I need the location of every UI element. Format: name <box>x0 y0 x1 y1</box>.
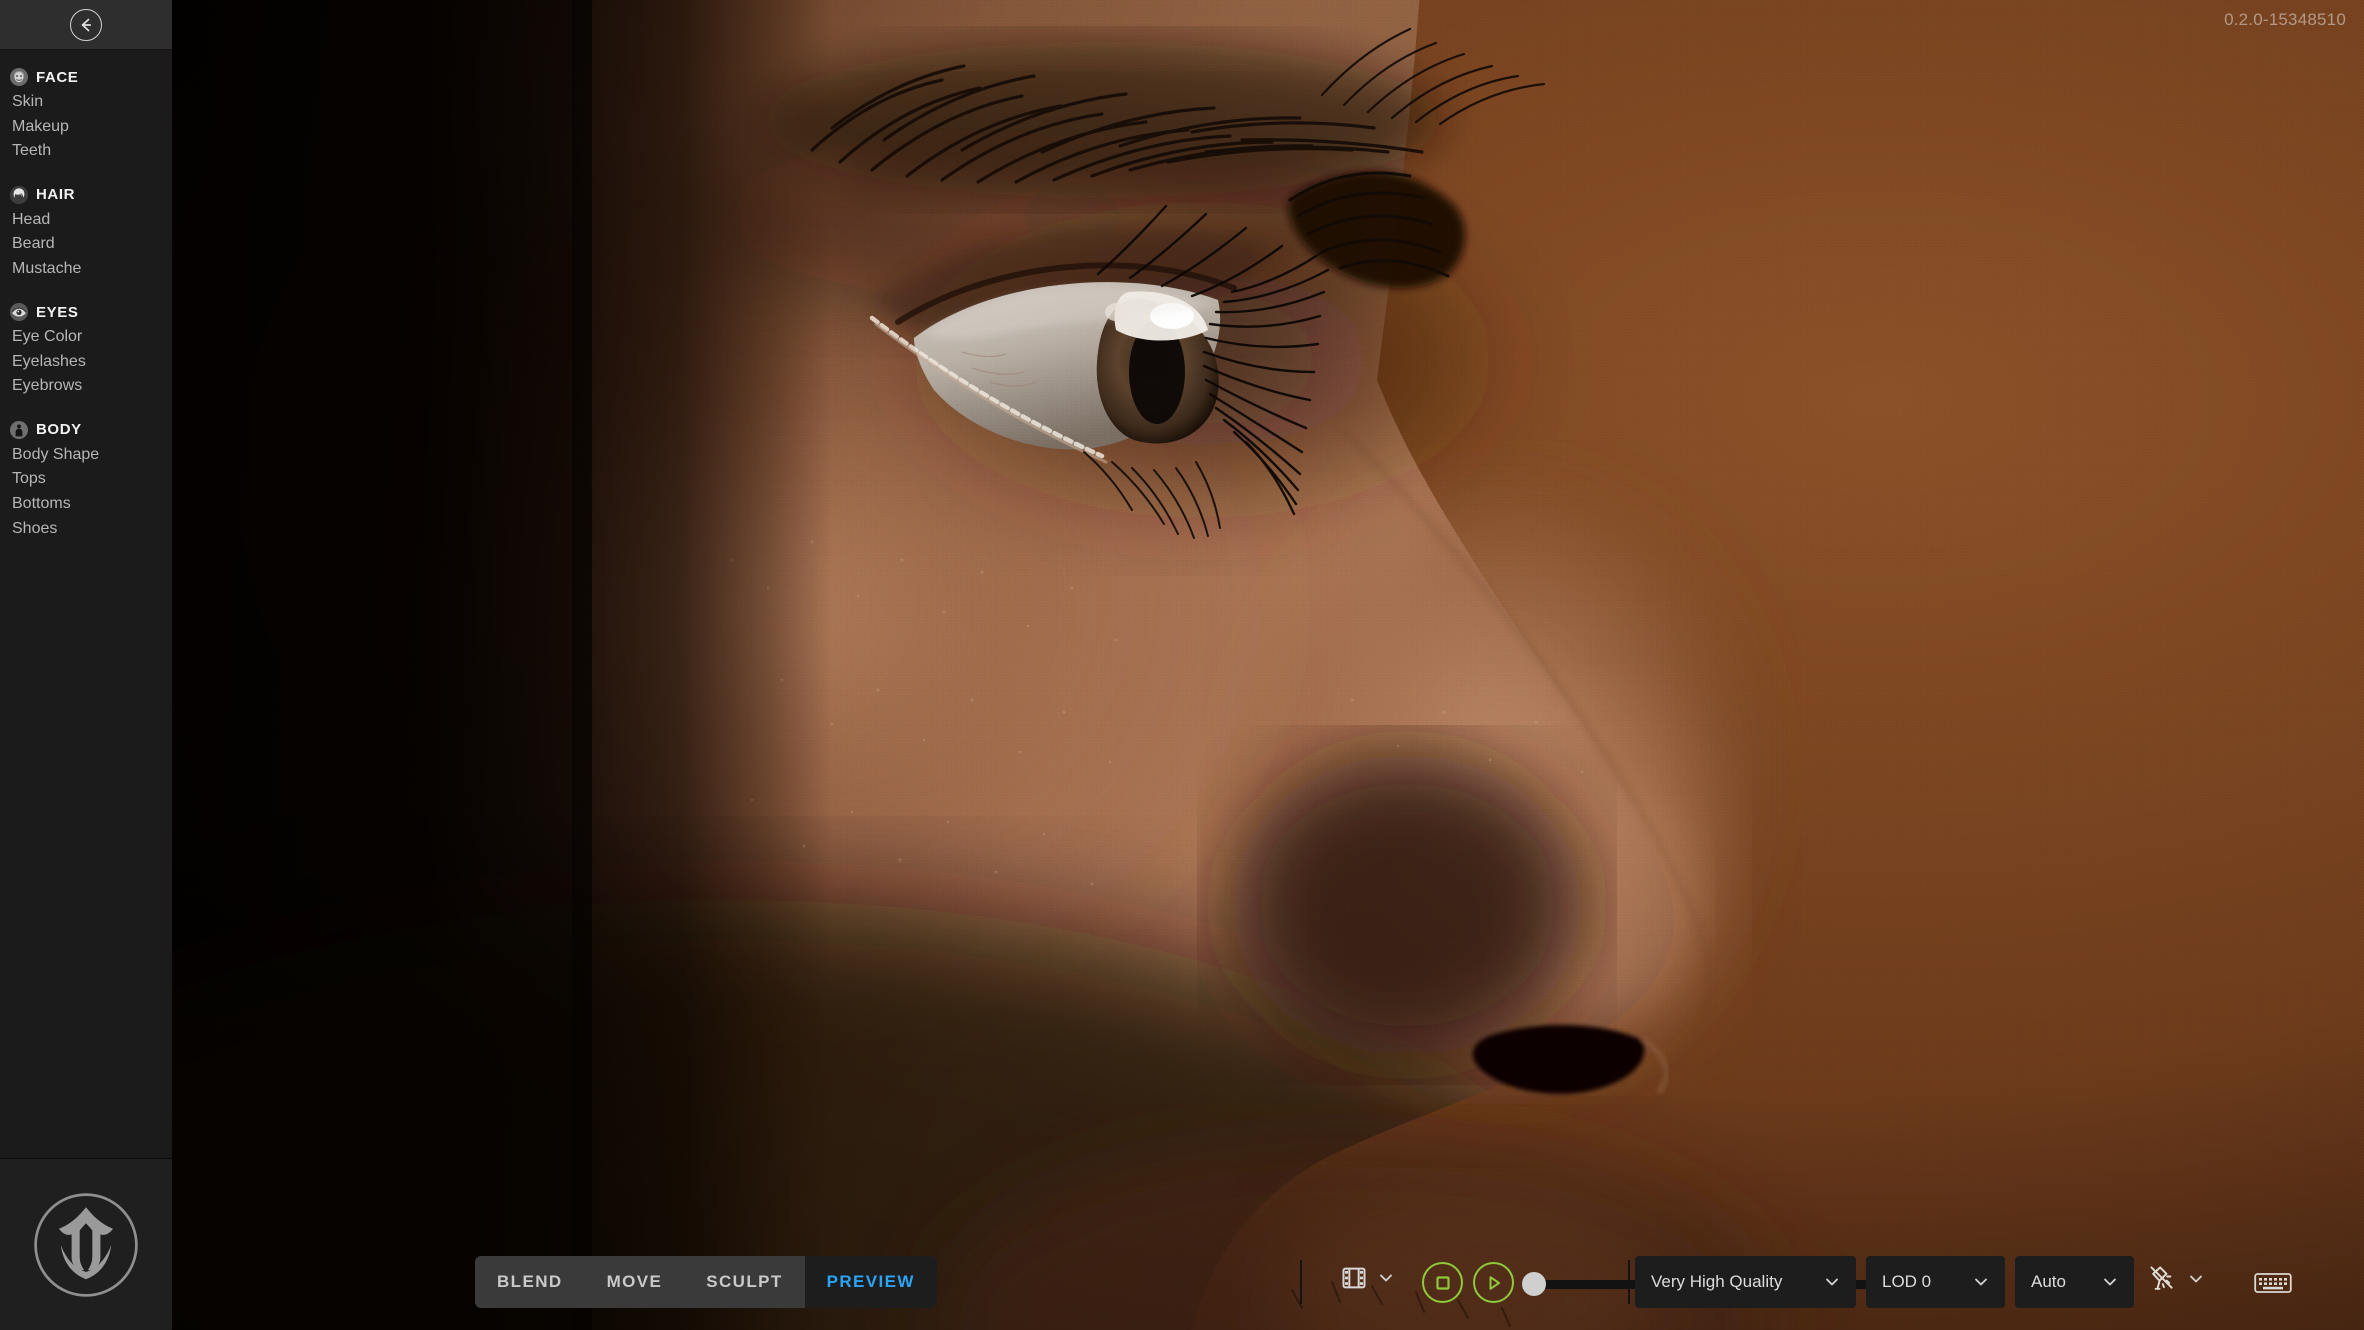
metahuman-creator-window: 0.2.0-15348510 FACE Skin Makeup Teeth HA… <box>0 0 2364 1330</box>
keyboard-icon <box>2254 1273 2292 1293</box>
nav-group-eyes: EYES Eye Color Eyelashes Eyebrows <box>0 299 172 399</box>
sidebar-header <box>0 0 172 50</box>
sidebar-group-title: BODY <box>36 421 82 439</box>
eye-icon <box>10 303 28 322</box>
sidebar-group-face[interactable]: FACE <box>0 64 172 90</box>
hair-icon <box>10 185 28 204</box>
sidebar-item-bottoms[interactable]: Bottoms <box>0 492 172 517</box>
lod-select[interactable]: LOD 0 <box>1866 1256 2005 1308</box>
sidebar-item-teeth[interactable]: Teeth <box>0 139 172 164</box>
sidebar-item-shoes[interactable]: Shoes <box>0 517 172 542</box>
sidebar-item-eyebrows[interactable]: Eyebrows <box>0 374 172 399</box>
auto-select-value: Auto <box>2031 1272 2066 1291</box>
body-icon <box>10 420 28 439</box>
metahuman-character-render <box>172 0 2364 1330</box>
toolbar-separator <box>1300 1260 1302 1304</box>
animation-selector[interactable] <box>1340 1264 1396 1292</box>
sidebar-group-body[interactable]: BODY <box>0 417 172 443</box>
sidebar-item-head[interactable]: Head <box>0 208 172 233</box>
sidebar-group-eyes[interactable]: EYES <box>0 299 172 325</box>
quality-select-value: Very High Quality <box>1651 1272 1783 1291</box>
sidebar-group-title: EYES <box>36 303 79 321</box>
sidebar-item-beard[interactable]: Beard <box>0 232 172 257</box>
scrubber-handle[interactable] <box>1522 1272 1546 1296</box>
sidebar-item-makeup[interactable]: Makeup <box>0 115 172 140</box>
sidebar-item-eyelashes[interactable]: Eyelashes <box>0 350 172 375</box>
arrow-left-icon <box>81 18 92 31</box>
face-icon <box>10 68 28 86</box>
nav-group-face: FACE Skin Makeup Teeth <box>0 64 172 164</box>
filmstrip-icon <box>1342 1267 1366 1289</box>
lighting-selector[interactable] <box>2148 1264 2206 1294</box>
chevron-down-icon <box>2190 1275 2202 1283</box>
sidebar-item-eye-color[interactable]: Eye Color <box>0 325 172 350</box>
nav-group-hair: HAIR Head Beard Mustache <box>0 182 172 282</box>
sidebar-item-body-shape[interactable]: Body Shape <box>0 443 172 468</box>
stop-button[interactable] <box>1422 1262 1463 1303</box>
playback-controls <box>1422 1262 1514 1303</box>
studio-light-icon <box>2150 1266 2173 1290</box>
quality-select[interactable]: Very High Quality <box>1635 1256 1856 1308</box>
auto-select[interactable]: Auto <box>2015 1256 2134 1308</box>
sidebar-item-mustache[interactable]: Mustache <box>0 257 172 282</box>
chevron-down-icon <box>1380 1274 1392 1282</box>
tab-preview[interactable]: PREVIEW <box>804 1256 937 1308</box>
tab-move[interactable]: MOVE <box>585 1256 685 1308</box>
mode-tab-group: BLEND MOVE SCULPT PREVIEW <box>475 1256 937 1308</box>
lod-select-value: LOD 0 <box>1882 1272 1932 1291</box>
sidebar-group-title: FACE <box>36 68 79 86</box>
tab-sculpt[interactable]: SCULPT <box>684 1256 804 1308</box>
sidebar-footer <box>0 1159 172 1330</box>
unreal-engine-logo[interactable] <box>32 1191 140 1299</box>
chevron-down-icon <box>1826 1278 1838 1286</box>
sidebar-group-hair[interactable]: HAIR <box>0 182 172 208</box>
tab-blend[interactable]: BLEND <box>475 1256 585 1308</box>
chevron-down-icon <box>1975 1278 1987 1286</box>
left-sidebar: FACE Skin Makeup Teeth HAIR Head Beard M… <box>0 0 172 1330</box>
chevron-down-icon <box>2104 1278 2116 1286</box>
keyboard-shortcuts-button[interactable] <box>2254 1270 2292 1296</box>
character-viewport[interactable]: 0.2.0-15348510 <box>172 0 2364 1330</box>
stop-icon <box>1435 1275 1450 1290</box>
back-button[interactable] <box>70 8 102 41</box>
app-version-label: 0.2.0-15348510 <box>2224 10 2346 29</box>
sidebar-item-skin[interactable]: Skin <box>0 90 172 115</box>
nav-group-body: BODY Body Shape Tops Bottoms Shoes <box>0 417 172 541</box>
sidebar-item-tops[interactable]: Tops <box>0 467 172 492</box>
sidebar-navigation: FACE Skin Makeup Teeth HAIR Head Beard M… <box>0 50 172 541</box>
toolbar-separator <box>1628 1260 1630 1304</box>
play-icon <box>1489 1275 1500 1290</box>
play-button[interactable] <box>1473 1262 1514 1303</box>
sidebar-group-title: HAIR <box>36 186 76 204</box>
